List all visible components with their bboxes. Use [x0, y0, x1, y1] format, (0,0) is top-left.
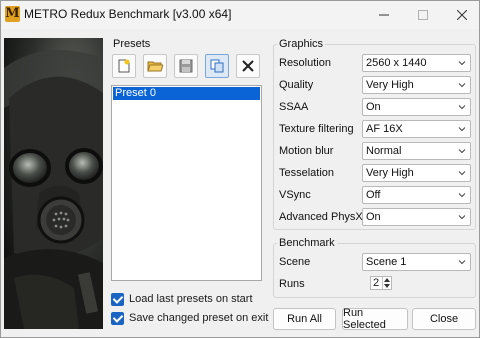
close-button[interactable]: Close: [412, 308, 476, 330]
window-title: METRO Redux Benchmark [v3.00 x64]: [24, 7, 232, 21]
vsync-select[interactable]: Off: [362, 186, 471, 204]
chevron-down-icon: [458, 127, 466, 132]
motion-blur-value: Normal: [366, 145, 402, 157]
motion-blur-select[interactable]: Normal: [362, 142, 471, 160]
copy-preset-button[interactable]: [205, 54, 229, 78]
chevron-down-icon: [458, 83, 466, 88]
runs-label: Runs: [279, 278, 305, 290]
scene-select[interactable]: Scene 1: [362, 253, 471, 271]
close-window-button[interactable]: [445, 1, 479, 29]
quality-value: Very High: [366, 79, 414, 91]
ssaa-select[interactable]: On: [362, 98, 471, 116]
minimize-icon: [379, 14, 389, 16]
benchmark-group-title: Benchmark: [277, 237, 337, 249]
quality-select[interactable]: Very High: [362, 76, 471, 94]
quality-label: Quality: [279, 79, 314, 91]
texture-filtering-select[interactable]: AF 16X: [362, 120, 471, 138]
runs-spinner-arrows[interactable]: [382, 277, 391, 289]
chevron-down-icon: [458, 193, 466, 198]
chevron-down-icon: [458, 105, 466, 110]
preset-list-item[interactable]: Preset 0: [113, 87, 260, 100]
minimize-button[interactable]: [367, 1, 401, 29]
texture-filtering-value: AF 16X: [366, 123, 403, 135]
chevron-down-icon: [458, 149, 466, 154]
save-disk-icon: [179, 59, 193, 73]
copy-preset-icon: [210, 59, 224, 73]
run-all-button[interactable]: Run All: [273, 308, 336, 330]
vsync-value: Off: [366, 189, 381, 201]
scene-label: Scene: [279, 256, 311, 268]
load-last-presets-row[interactable]: Load last presets on start: [111, 292, 253, 306]
close-icon: [457, 10, 467, 20]
open-preset-button[interactable]: [143, 54, 167, 78]
chevron-down-icon: [458, 61, 466, 66]
vsync-label: VSync: [279, 189, 311, 201]
advanced-physx-select[interactable]: On: [362, 208, 471, 226]
run-selected-button[interactable]: Run Selected: [342, 307, 408, 331]
resolution-select[interactable]: 2560 x 1440: [362, 54, 471, 72]
presets-group-title: Presets: [111, 38, 153, 50]
maximize-icon: [418, 10, 428, 20]
tesselation-value: Very High: [366, 167, 414, 179]
ssaa-label: SSAA: [279, 101, 309, 113]
runs-spinner[interactable]: 2: [370, 276, 392, 290]
delete-x-icon: [242, 60, 254, 72]
ssaa-value: On: [366, 101, 381, 113]
advanced-physx-label: Advanced PhysX: [279, 211, 363, 223]
maximize-button: [406, 1, 440, 29]
advanced-physx-value: On: [366, 211, 381, 223]
runs-value: 2: [373, 277, 380, 289]
tesselation-label: Tesselation: [279, 167, 335, 179]
save-changed-preset-checkbox[interactable]: [111, 311, 124, 325]
tesselation-select[interactable]: Very High: [362, 164, 471, 182]
new-preset-icon: [118, 59, 130, 73]
texture-filtering-label: Texture filtering: [279, 123, 354, 135]
save-changed-preset-row[interactable]: Save changed preset on exit: [111, 311, 268, 325]
spinner-arrows-icon: [384, 278, 390, 288]
preset-list[interactable]: Preset 0: [111, 85, 262, 281]
chevron-down-icon: [458, 171, 466, 176]
metro-app-icon: M: [5, 6, 20, 22]
chevron-down-icon: [458, 215, 466, 220]
motion-blur-label: Motion blur: [279, 145, 334, 157]
resolution-value: 2560 x 1440: [366, 57, 427, 69]
benchmark-window: M METRO Redux Benchmark [v3.00 x64] Pres…: [0, 0, 480, 338]
load-last-presets-label: Load last presets on start: [129, 293, 253, 305]
open-folder-icon: [147, 61, 163, 72]
save-changed-preset-label: Save changed preset on exit: [129, 312, 269, 324]
gas-mask-artwork: [4, 38, 103, 329]
save-preset-button[interactable]: [174, 54, 198, 78]
scene-value: Scene 1: [366, 256, 407, 268]
resolution-label: Resolution: [279, 57, 331, 69]
new-preset-button[interactable]: [112, 54, 136, 78]
delete-preset-button[interactable]: [236, 54, 260, 78]
load-last-presets-checkbox[interactable]: [111, 292, 124, 306]
chevron-down-icon: [458, 260, 466, 265]
title-bar[interactable]: M METRO Redux Benchmark [v3.00 x64]: [1, 1, 479, 29]
graphics-group-title: Graphics: [277, 38, 326, 50]
